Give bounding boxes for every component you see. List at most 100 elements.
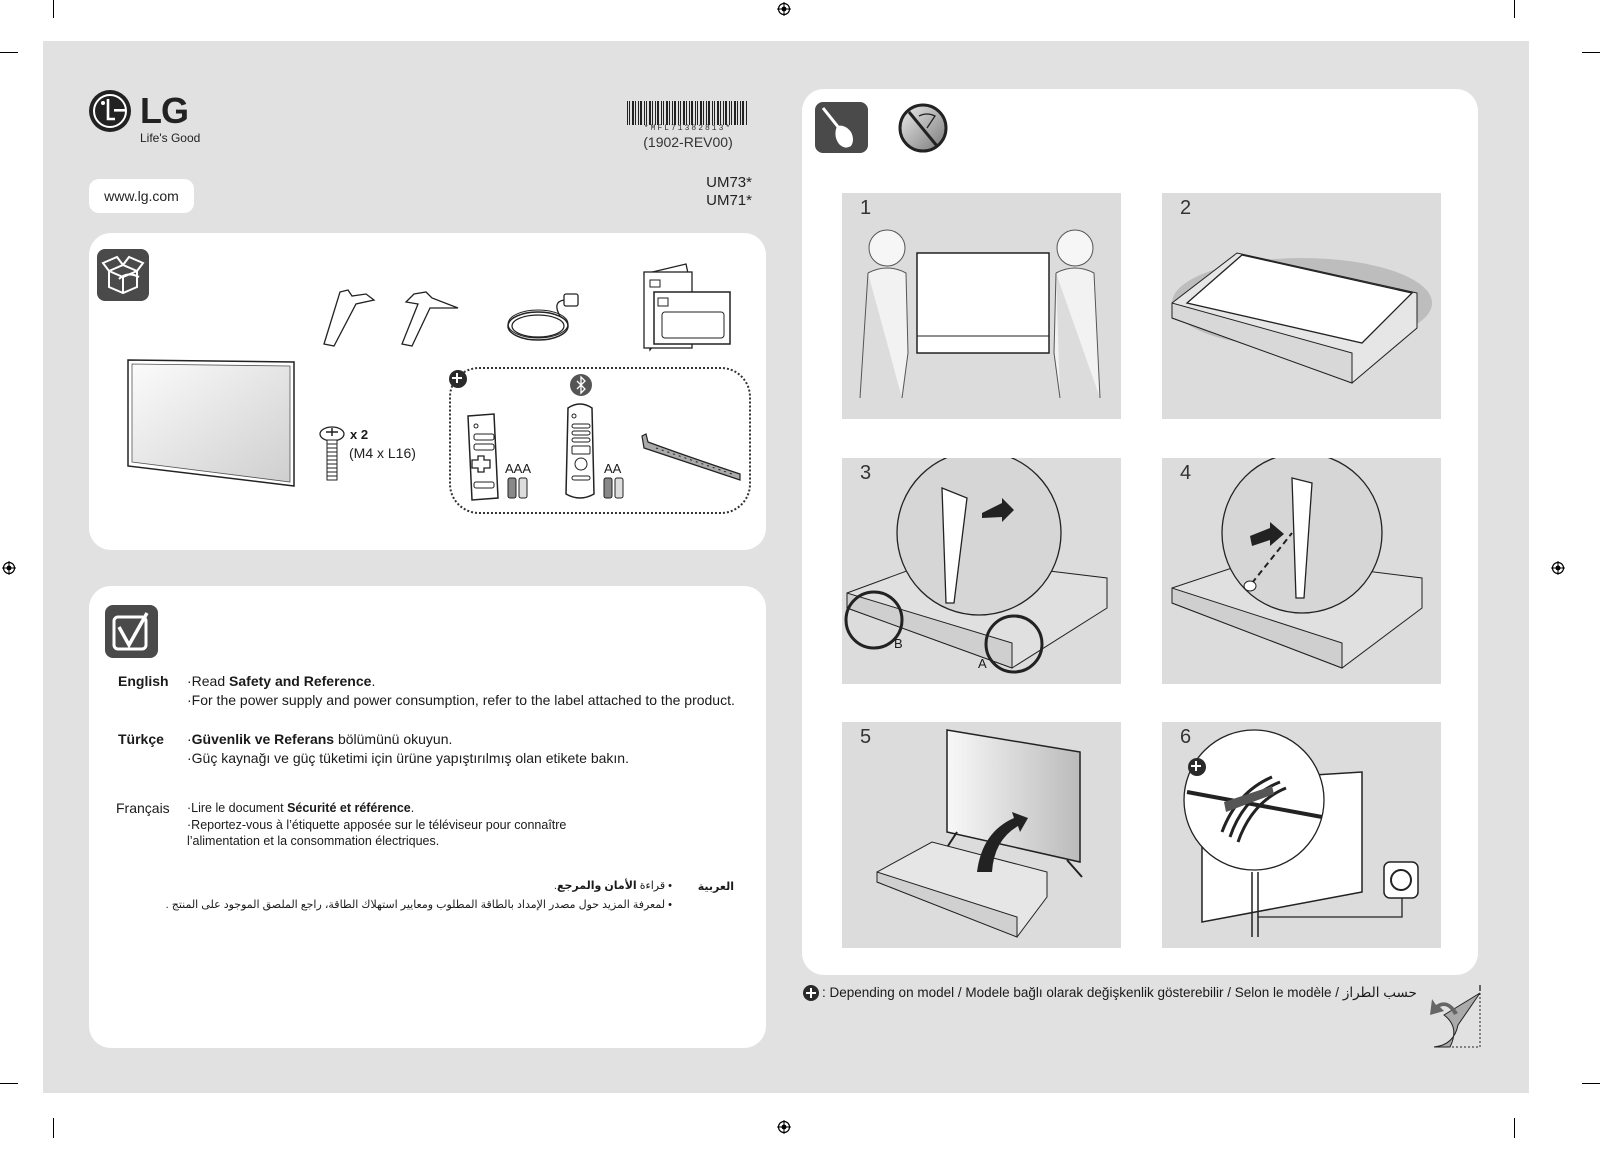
barcode-bar bbox=[661, 101, 662, 125]
battery-icon bbox=[603, 477, 624, 499]
stand-legs-icon bbox=[323, 289, 459, 347]
assembly-step-4: 4 bbox=[1162, 458, 1441, 684]
crop-mark bbox=[53, 1118, 54, 1138]
callout-label-b: B bbox=[894, 636, 903, 651]
barcode-bar bbox=[720, 101, 721, 125]
language-label-french: Français bbox=[116, 800, 170, 816]
registration-mark-icon bbox=[2, 561, 16, 575]
magic-remote-icon bbox=[565, 403, 595, 499]
barcode-bar bbox=[742, 101, 744, 125]
note-line: ·Read Safety and Reference. bbox=[187, 673, 376, 689]
screw-spec: (M4 x L16) bbox=[349, 445, 416, 461]
barcode-bar bbox=[697, 101, 698, 125]
barcode-bar bbox=[708, 101, 710, 125]
barcode-bar bbox=[678, 101, 679, 125]
note-line: ·Güç kaynağı ve güç tüketimi için ürüne … bbox=[187, 750, 629, 766]
language-label-arabic: العربية bbox=[697, 881, 734, 893]
tv-panel-icon bbox=[127, 359, 295, 487]
barcode-bar bbox=[712, 101, 713, 125]
barcode-bar bbox=[644, 101, 645, 125]
language-label-turkish: Türkçe bbox=[118, 731, 164, 747]
barcode-bar bbox=[629, 101, 630, 125]
standard-remote-icon bbox=[467, 413, 499, 501]
barcode-bar bbox=[652, 101, 653, 125]
revision-code: (1902-REV00) bbox=[643, 134, 733, 150]
barcode-bar bbox=[674, 101, 676, 125]
assembly-step-5: 5 bbox=[842, 722, 1121, 948]
screw-icon bbox=[319, 426, 345, 481]
note-line: ·Lire le document Sécurité et référence. bbox=[187, 801, 415, 815]
screw-quantity: x 2 bbox=[350, 427, 369, 442]
barcode-bar bbox=[666, 101, 668, 125]
barcode-bar bbox=[635, 101, 636, 125]
barcode-bar bbox=[714, 101, 715, 125]
note-line: ·For the power supply and power consumpt… bbox=[187, 692, 735, 708]
language-label-english: English bbox=[118, 673, 169, 689]
barcode-bar bbox=[703, 101, 704, 125]
assembly-step-1: 1 bbox=[842, 193, 1121, 419]
barcode-bar bbox=[725, 101, 727, 125]
plus-circle-icon bbox=[449, 370, 467, 388]
crop-mark bbox=[1514, 1118, 1515, 1138]
note-line: l’alimentation et la consommation électr… bbox=[187, 834, 440, 848]
bluetooth-icon bbox=[570, 374, 592, 396]
battery-icon bbox=[507, 477, 528, 499]
barcode-bar bbox=[683, 101, 685, 125]
fasten-screw-illustration bbox=[1171, 458, 1423, 669]
barcode-bar bbox=[649, 101, 651, 125]
barcode-bar bbox=[706, 101, 707, 125]
barcode-bar bbox=[638, 101, 639, 125]
tv-face-down-illustration bbox=[1171, 252, 1432, 384]
lift-tv-illustration bbox=[859, 229, 1101, 399]
barcode-bar bbox=[646, 101, 647, 125]
assembly-step-2: 2 bbox=[1162, 193, 1441, 419]
barcode-bar bbox=[691, 101, 693, 125]
note-line: • قراءة الأمان والمرجع. bbox=[553, 880, 672, 892]
barcode-bar bbox=[695, 101, 696, 125]
crop-mark bbox=[53, 0, 54, 18]
barcode-bar bbox=[746, 101, 747, 125]
registration-mark-icon bbox=[777, 1120, 791, 1134]
crop-mark bbox=[0, 1083, 18, 1084]
note-line: ·Güvenlik ve Referans bölümünü okuyun. bbox=[187, 731, 453, 747]
crop-mark bbox=[0, 52, 18, 53]
model-number: UM73* bbox=[706, 174, 752, 191]
barcode-bar bbox=[717, 101, 719, 125]
barcode-bar bbox=[734, 101, 736, 125]
notes-panel bbox=[89, 586, 766, 1048]
plus-circle-icon bbox=[803, 985, 819, 1001]
barcode-bar bbox=[655, 101, 656, 125]
barcode-bar bbox=[680, 101, 681, 125]
battery-label-aa: AA bbox=[604, 461, 622, 476]
brand-tagline: Life's Good bbox=[140, 131, 201, 145]
cable-holder-icon bbox=[641, 433, 741, 481]
battery-label-aaa: AAA bbox=[505, 461, 532, 476]
assembly-step-3: 3 B A bbox=[842, 458, 1121, 684]
barcode-bar bbox=[700, 101, 702, 125]
attach-stand-illustration bbox=[844, 458, 1108, 674]
barcode-bar bbox=[669, 101, 670, 125]
model-footnote: : Depending on model / Modele bağlı olar… bbox=[803, 985, 1417, 1001]
barcode-bar bbox=[672, 101, 673, 125]
note-line: ·Reportez-vous à l’étiquette apposée sur… bbox=[187, 818, 567, 832]
callout-label-a: A bbox=[978, 656, 987, 671]
crop-mark bbox=[1514, 0, 1515, 18]
barcode-bar bbox=[737, 101, 738, 125]
no-sharp-object-icon bbox=[898, 103, 948, 153]
website-link[interactable]: www.lg.com bbox=[89, 179, 194, 213]
registration-mark-icon bbox=[777, 2, 791, 16]
barcode-bar bbox=[731, 101, 732, 125]
barcode-bar bbox=[723, 101, 724, 125]
cable-management-illustration bbox=[1183, 729, 1419, 937]
stand-tv-upright-illustration bbox=[876, 729, 1083, 938]
lg-logo-icon bbox=[89, 90, 131, 132]
note-line: • لمعرفة المزيد حول مصدر الإمداد بالطاقة… bbox=[165, 899, 672, 911]
manuals-icon bbox=[643, 263, 731, 352]
page-turn-icon[interactable] bbox=[1430, 985, 1482, 1051]
power-cord-icon bbox=[507, 293, 579, 341]
brand-name: LG bbox=[140, 90, 189, 131]
plus-circle-icon bbox=[1188, 758, 1206, 776]
barcode-bar bbox=[640, 101, 642, 125]
barcode-number: *MFL71382813* bbox=[643, 124, 733, 133]
crop-mark bbox=[1582, 1083, 1600, 1084]
